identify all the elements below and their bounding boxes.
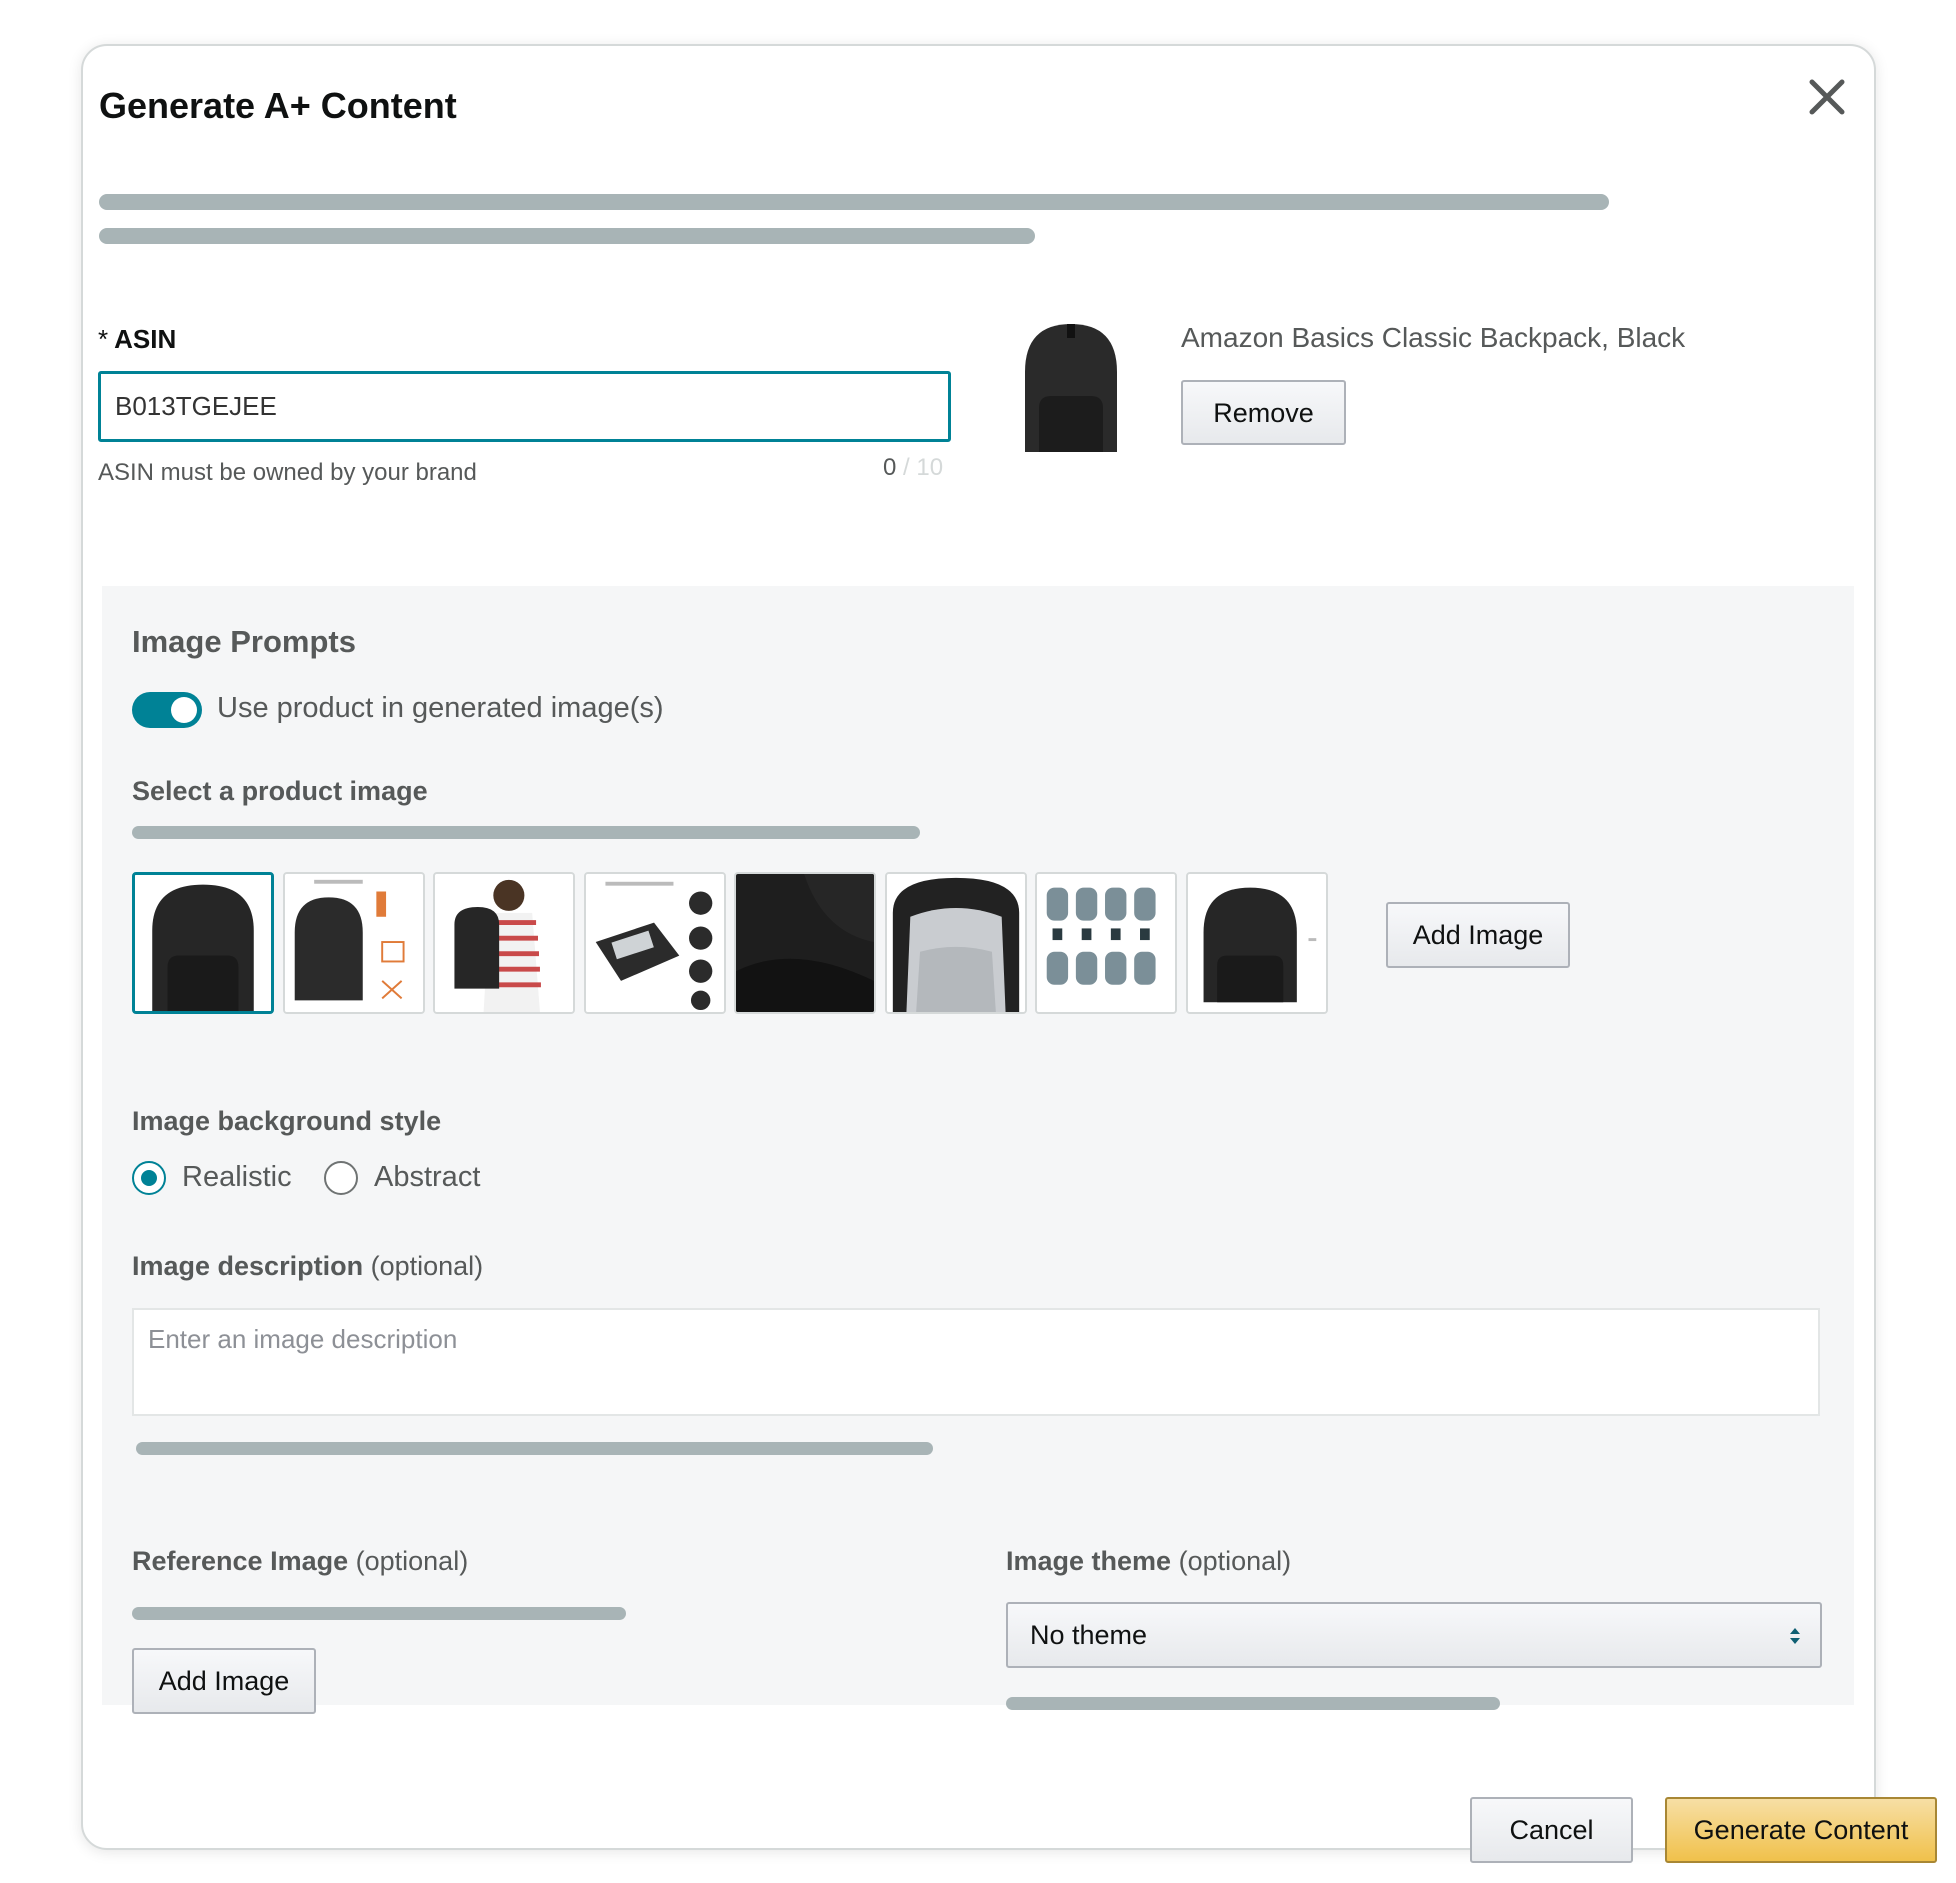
remove-button[interactable]: Remove (1181, 380, 1346, 445)
description-placeholder-line (99, 194, 1609, 210)
helper-placeholder-line (132, 826, 920, 839)
required-marker: * (98, 324, 109, 354)
generate-content-dialog: Generate A+ Content *ASIN ASIN must be o… (81, 44, 1937, 1863)
count-current: 0 (883, 454, 897, 481)
add-image-label: Add Image (1412, 920, 1544, 950)
description-placeholder-line (99, 228, 1035, 244)
product-image-thumbnail[interactable] (734, 872, 876, 1014)
product-image-thumbnail[interactable] (584, 872, 726, 1014)
image-prompts-title: Image Prompts (132, 624, 356, 659)
radio-abstract[interactable] (324, 1161, 358, 1195)
use-product-toggle[interactable] (132, 692, 202, 728)
image-description-label-text: Image description (132, 1251, 364, 1281)
product-image-thumbnail[interactable] (885, 872, 1027, 1014)
asin-label: * ASIN (98, 324, 176, 355)
reference-image-label: Reference Image (optional) (132, 1546, 468, 1577)
image-description-label: Image description (optional) (132, 1251, 483, 1282)
radio-realistic[interactable] (132, 1161, 166, 1195)
add-image-label: Add Image (158, 1666, 290, 1696)
product-image-thumbnail[interactable] (433, 872, 575, 1014)
asin-character-count: 0 / 10 (883, 454, 943, 482)
add-reference-image-button[interactable]: Add Image (132, 1648, 316, 1714)
optional-marker: (optional) (370, 1251, 484, 1281)
count-max: / 10 (896, 454, 944, 481)
asin-hint: ASIN must be owned by your brand (98, 459, 477, 486)
image-description-input[interactable] (132, 1308, 1820, 1416)
helper-placeholder-line (1006, 1697, 1500, 1710)
product-image-thumbnail[interactable] (1035, 872, 1177, 1014)
toggle-knob (171, 697, 197, 723)
product-image-thumbnail[interactable] (283, 872, 425, 1014)
product-image-thumbnail[interactable] (1186, 872, 1328, 1014)
asin-label-text: ASIN (114, 324, 177, 354)
image-theme-label-text: Image theme (1006, 1546, 1172, 1576)
radio-abstract-label: Abstract (374, 1161, 481, 1193)
product-image-thumbnail[interactable] (132, 872, 274, 1014)
helper-placeholder-line (132, 1607, 626, 1620)
image-theme-selected-value: No theme (1030, 1620, 1148, 1650)
optional-marker: (optional) (355, 1546, 469, 1576)
asin-input[interactable] (98, 371, 951, 442)
helper-placeholder-line (136, 1442, 933, 1455)
add-product-image-button[interactable]: Add Image (1386, 902, 1570, 968)
radio-realistic-label: Realistic (182, 1161, 292, 1193)
optional-marker: (optional) (1178, 1546, 1292, 1576)
dialog-title: Generate A+ Content (99, 85, 457, 126)
use-product-toggle-label: Use product in generated image(s) (217, 692, 664, 724)
cancel-button[interactable]: Cancel (1470, 1797, 1633, 1863)
select-product-image-label: Select a product image (132, 776, 428, 806)
product-thumbnail (1003, 316, 1139, 452)
image-theme-label: Image theme (optional) (1006, 1546, 1291, 1577)
background-style-label: Image background style (132, 1106, 442, 1136)
generate-content-button-label: Generate Content (1693, 1815, 1909, 1845)
image-prompts-panel: Image Prompts Use product in generated i… (102, 586, 1854, 1714)
cancel-button-label: Cancel (1509, 1815, 1594, 1845)
reference-image-label-text: Reference Image (132, 1546, 349, 1576)
close-icon[interactable] (1804, 74, 1850, 120)
image-theme-select[interactable]: No theme (1006, 1602, 1822, 1668)
remove-button-label: Remove (1213, 398, 1314, 428)
generate-content-button[interactable]: Generate Content (1665, 1797, 1937, 1863)
product-name: Amazon Basics Classic Backpack, Black (1181, 322, 1686, 353)
select-arrows-icon (1790, 1628, 1800, 1644)
